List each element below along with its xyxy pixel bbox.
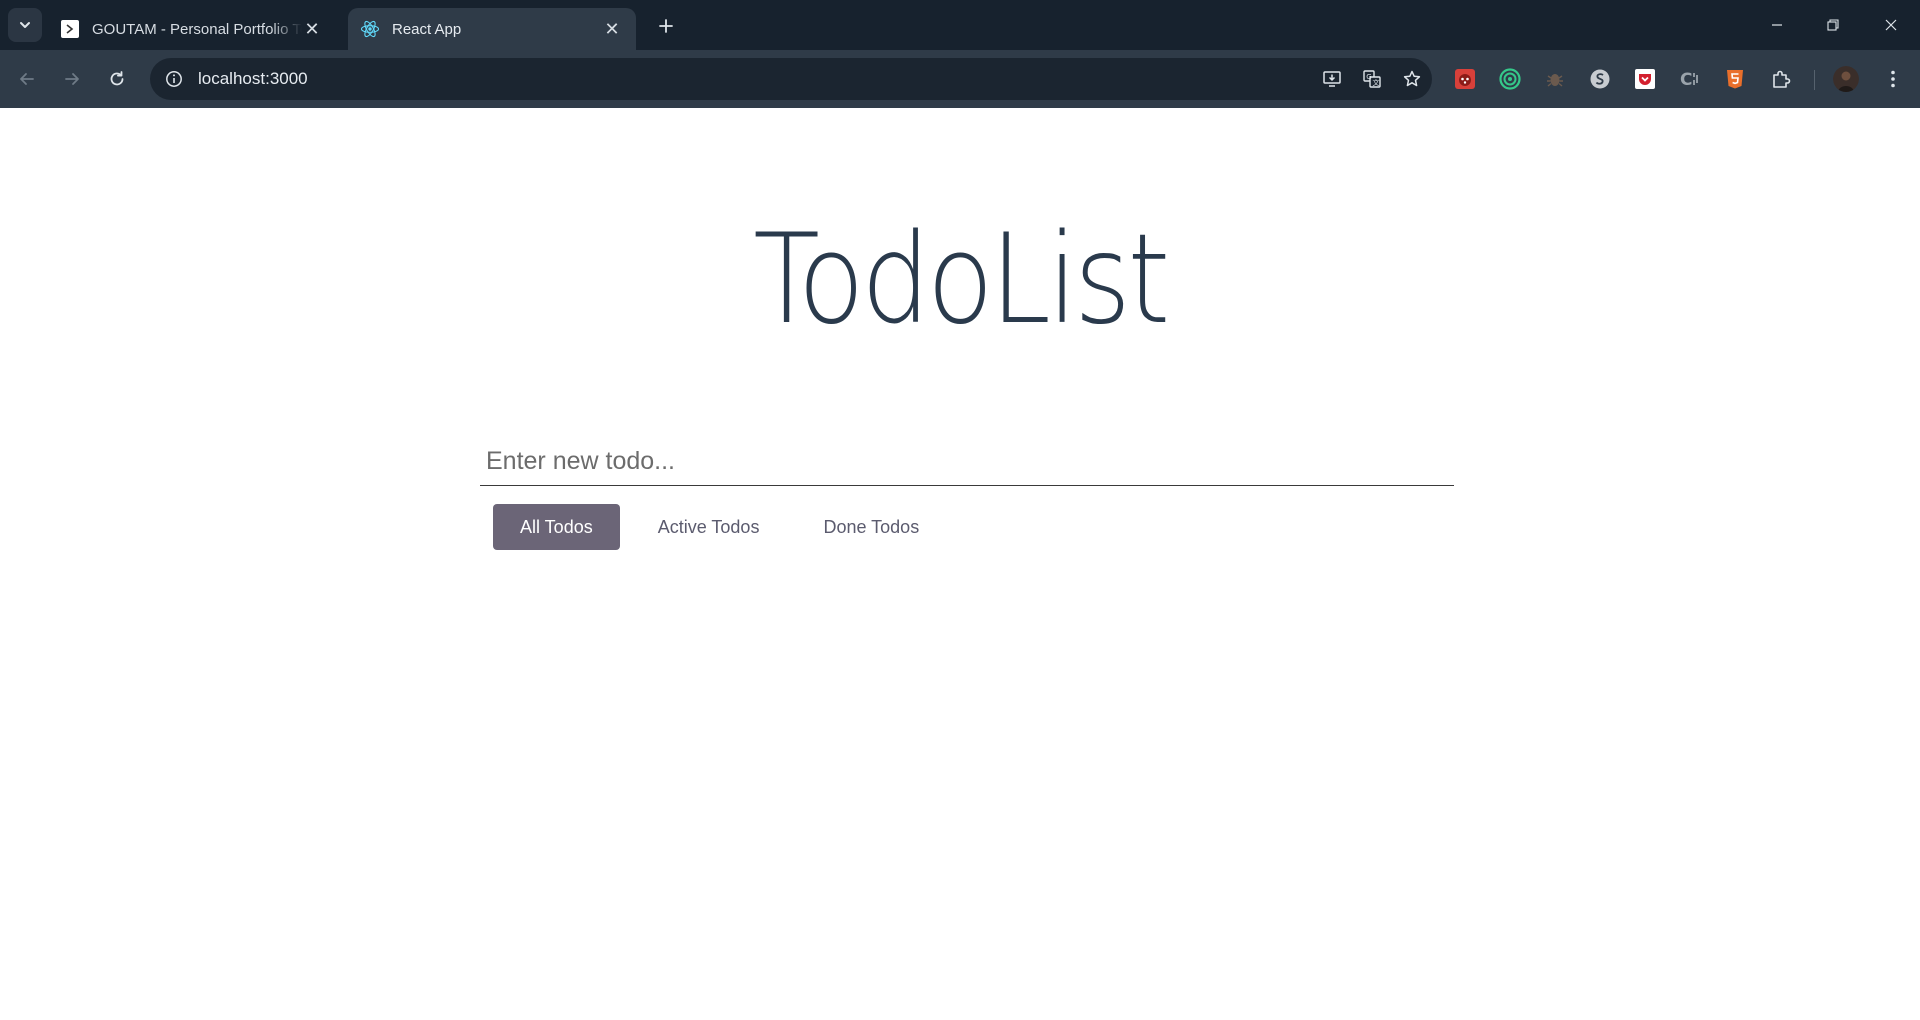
tab-title: GOUTAM - Personal Portfolio Template [92, 20, 302, 38]
tab-react-app[interactable]: React App ✕ [348, 8, 636, 50]
url-text[interactable]: localhost:3000 [198, 69, 1312, 89]
address-bar[interactable]: localhost:3000 G 文 [150, 58, 1432, 100]
bookmark-star-icon[interactable] [1392, 59, 1432, 99]
html5-icon[interactable] [1722, 66, 1748, 92]
close-tab-icon[interactable]: ✕ [302, 19, 322, 39]
close-icon [1885, 19, 1897, 31]
app-title: TodoList [753, 208, 1170, 352]
forward-button[interactable] [55, 62, 89, 96]
install-app-icon[interactable] [1312, 59, 1352, 99]
site-info-icon[interactable] [162, 67, 186, 91]
profile-avatar[interactable] [1833, 66, 1859, 92]
page-content: TodoList All Todos Active Todos Done Tod… [0, 108, 1920, 1020]
reload-button[interactable] [100, 62, 134, 96]
active-todos-button[interactable]: Active Todos [632, 504, 786, 550]
chevron-down-icon [20, 22, 30, 28]
browser-toolbar: localhost:3000 G 文 C [0, 50, 1920, 108]
back-button[interactable] [10, 62, 44, 96]
plus-icon [659, 19, 673, 33]
s-logo-icon[interactable] [1587, 66, 1613, 92]
toolbar-separator [1814, 70, 1815, 90]
restore-button[interactable] [1810, 0, 1856, 50]
ladybug-icon[interactable] [1452, 66, 1478, 92]
arrow-right-icon [65, 73, 79, 85]
tab-strip: GOUTAM - Personal Portfolio Template ✕ R… [0, 0, 1920, 50]
all-todos-button[interactable]: All Todos [493, 504, 620, 550]
done-todos-button[interactable]: Done Todos [797, 504, 945, 550]
more-menu-icon[interactable] [1880, 66, 1906, 92]
new-tab-button[interactable] [652, 12, 680, 40]
filter-bar: All Todos Active Todos Done Todos [493, 504, 945, 550]
close-tab-icon[interactable]: ✕ [602, 19, 622, 39]
tab-search-button[interactable] [8, 8, 42, 42]
reload-icon [110, 71, 124, 86]
pocket-icon[interactable] [1632, 66, 1658, 92]
bug-icon[interactable] [1542, 66, 1568, 92]
minimize-icon [1772, 24, 1782, 26]
css-icon[interactable]: C [1677, 66, 1703, 92]
arrow-left-icon [20, 73, 34, 85]
translate-icon[interactable]: G 文 [1352, 59, 1392, 99]
page-favicon-icon [60, 19, 80, 39]
new-todo-input[interactable] [480, 438, 1454, 486]
target-icon[interactable] [1497, 66, 1523, 92]
react-icon [360, 19, 380, 39]
svg-text:G: G [1366, 73, 1371, 81]
close-window-button[interactable] [1868, 0, 1914, 50]
svg-text:文: 文 [1373, 78, 1380, 87]
tab-title: React App [392, 20, 462, 38]
restore-icon [1827, 19, 1839, 31]
extensions-puzzle-icon[interactable] [1768, 66, 1794, 92]
tab-portfolio[interactable]: GOUTAM - Personal Portfolio Template ✕ [48, 8, 336, 50]
svg-text:C: C [1680, 70, 1692, 90]
minimize-button[interactable] [1754, 0, 1800, 50]
